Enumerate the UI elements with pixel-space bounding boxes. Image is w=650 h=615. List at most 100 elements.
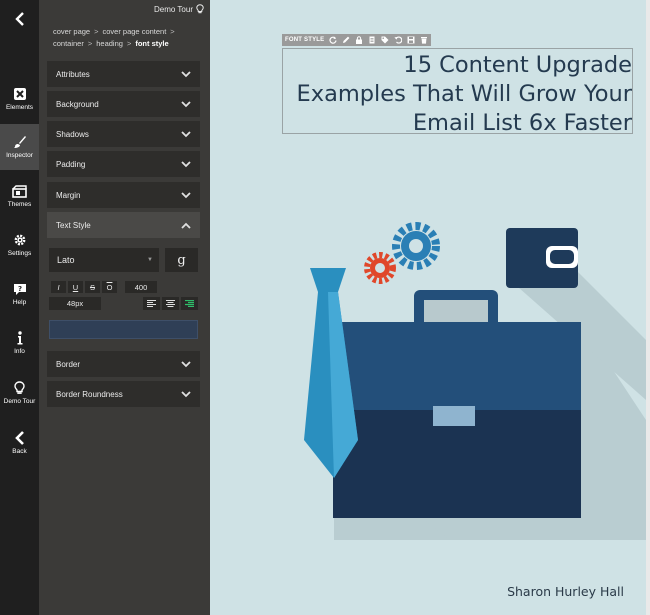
rail-item-label: Inspector: [6, 152, 33, 159]
breadcrumb: cover page > cover page content > container >…: [53, 27, 175, 48]
rail-item-demo-tour[interactable]: Demo Tour: [0, 370, 39, 416]
breadcrumb-item[interactable]: cover page content: [103, 27, 167, 36]
rail-item-label: Demo Tour: [3, 398, 36, 405]
rail-item-info[interactable]: Info: [0, 320, 39, 366]
breadcrumb-current: font style: [135, 39, 169, 48]
tie-knot: [310, 268, 346, 292]
section-label: Attributes: [56, 69, 90, 79]
rail-item-label: Settings: [7, 250, 32, 257]
google-icon: g: [177, 252, 186, 268]
rail-item-back[interactable]: Back: [0, 420, 39, 466]
rail-item-elements[interactable]: Elements: [0, 76, 39, 122]
canvas-scrollbar[interactable]: [646, 0, 650, 615]
chevron-left-icon: [14, 431, 24, 445]
inspector-panel: Demo Tour cover page > cover page content >…: [39, 0, 210, 615]
cover-heading[interactable]: 15 Content Upgrade Examples That Will Gr…: [287, 51, 632, 138]
chevron-left-icon: [14, 12, 24, 26]
undo-icon[interactable]: [394, 36, 403, 44]
chevron-up-icon: [181, 220, 191, 230]
section-attributes[interactable]: Attributes: [47, 61, 200, 87]
google-fonts-button[interactable]: g: [165, 248, 198, 272]
trash-icon[interactable]: [420, 36, 428, 44]
briefcase-illustration: [304, 222, 646, 540]
font-color-picker[interactable]: [49, 320, 198, 339]
lightbulb-icon: [196, 4, 204, 14]
section-background[interactable]: Background: [47, 91, 200, 117]
chevron-down-icon: [181, 99, 191, 109]
rail-item-label: Themes: [7, 200, 32, 208]
chevron-down-icon: [181, 389, 191, 399]
font-weight-input[interactable]: 400: [125, 281, 157, 293]
briefcase-top: [333, 322, 581, 410]
selected-heading-outline[interactable]: 15 Content Upgrade Examples That Will Gr…: [282, 48, 633, 136]
lightbulb-icon: [14, 381, 25, 394]
brush-icon: [13, 136, 26, 148]
section-label: Background: [56, 99, 99, 109]
rail-item-themes[interactable]: Themes: [0, 173, 39, 219]
section-label: Margin: [56, 190, 81, 200]
themes-icon: [12, 184, 27, 198]
breadcrumb-item[interactable]: heading: [96, 39, 123, 48]
author-name[interactable]: Sharon Hurley Hall: [507, 584, 624, 599]
rail-item-settings[interactable]: Settings: [0, 222, 39, 268]
toolbar-label: FONT STYLE: [285, 37, 325, 43]
text-style-body: Lato ▼ g I U S O 400 48px: [47, 240, 200, 346]
section-label: Text Style: [56, 220, 91, 230]
svg-text:?: ?: [17, 285, 21, 293]
rail-item-label: Back: [12, 448, 27, 455]
strikethrough-button[interactable]: S: [85, 281, 100, 293]
font-family-select[interactable]: Lato ▼: [49, 248, 159, 272]
save-icon[interactable]: [407, 36, 415, 44]
lock-icon[interactable]: [355, 36, 363, 44]
cover-page[interactable]: FONT STYLE 15 Content Upgrade Examples T…: [210, 0, 646, 615]
section-border-roundness[interactable]: Border Roundness: [47, 381, 200, 407]
pencil-icon[interactable]: [342, 36, 350, 44]
rail-item-inspector[interactable]: Inspector: [0, 124, 39, 170]
rail-item-label: Elements: [5, 104, 34, 111]
align-center-icon: [166, 300, 175, 307]
breadcrumb-item[interactable]: container: [53, 39, 84, 48]
chevron-down-icon: [181, 129, 191, 139]
wallet-clasp: [550, 250, 574, 264]
align-left-icon: [147, 300, 156, 307]
tag-icon[interactable]: [381, 36, 389, 44]
section-label: Padding: [56, 159, 86, 169]
collapse-panel-button[interactable]: [0, 0, 39, 38]
briefcase-bottom: [333, 410, 581, 518]
briefcase-lock: [433, 406, 475, 426]
help-icon: ?: [13, 284, 26, 295]
align-center-button[interactable]: [162, 297, 179, 310]
gear-icon: [14, 234, 25, 246]
align-right-button[interactable]: [181, 297, 198, 310]
align-left-button[interactable]: [143, 297, 160, 310]
chevron-down-icon: [181, 190, 191, 200]
italic-button[interactable]: I: [51, 281, 66, 293]
align-right-icon: [185, 300, 194, 307]
section-margin[interactable]: Margin: [47, 182, 200, 208]
font-style-toolbar: FONT STYLE: [282, 34, 432, 46]
chevron-down-icon: [181, 159, 191, 169]
underline-button[interactable]: U: [68, 281, 83, 293]
font-size-input[interactable]: 48px: [49, 297, 101, 310]
caret-down-icon: ▼: [147, 257, 153, 263]
gear-blue-icon: [392, 222, 440, 270]
section-shadows[interactable]: Shadows: [47, 121, 200, 147]
copy-icon[interactable]: [368, 36, 376, 44]
section-padding[interactable]: Padding: [47, 151, 200, 177]
rail-item-help[interactable]: ? Help: [0, 271, 39, 317]
elements-icon: [13, 88, 26, 100]
overline-button[interactable]: O: [102, 281, 117, 293]
breadcrumb-item[interactable]: cover page: [53, 27, 90, 36]
demo-tour-link[interactable]: Demo Tour: [154, 4, 204, 14]
font-family-value: Lato: [57, 255, 75, 265]
rail-item-label: Help: [12, 299, 27, 306]
gear-orange-icon: [364, 252, 396, 284]
section-label: Border: [56, 359, 81, 369]
chevron-down-icon: [181, 359, 191, 369]
section-text-style[interactable]: Text Style: [47, 212, 200, 238]
chevron-down-icon: [181, 69, 191, 79]
section-label: Shadows: [56, 129, 89, 139]
left-rail: Elements Inspector Themes Settings ? Hel…: [0, 0, 39, 615]
refresh-icon[interactable]: [329, 36, 337, 44]
section-border[interactable]: Border: [47, 351, 200, 377]
